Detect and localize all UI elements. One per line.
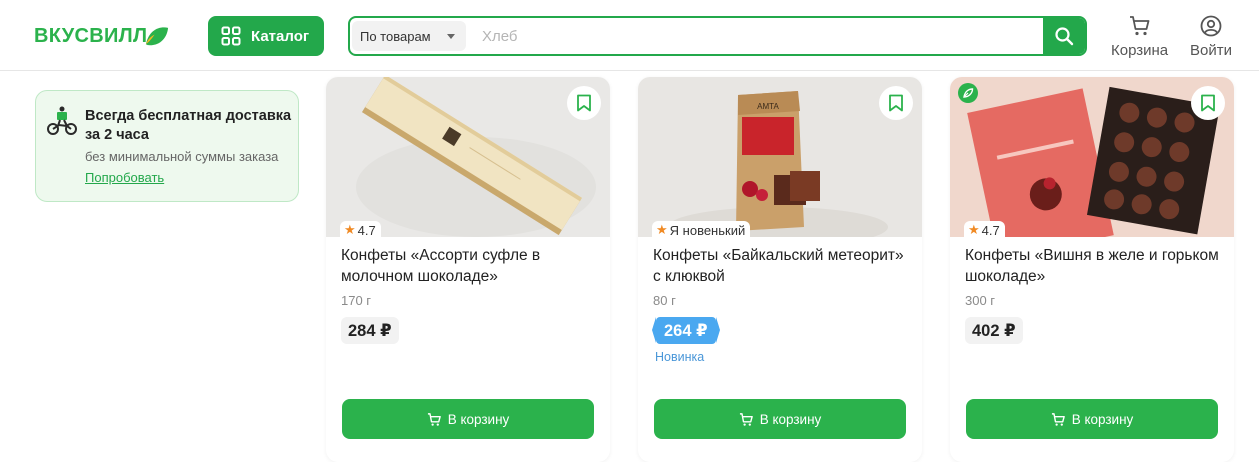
- product-name[interactable]: Конфеты «Ассорти суфле в молочном шокола…: [341, 245, 601, 287]
- catalog-label: Каталог: [251, 27, 310, 45]
- search-icon: [1055, 27, 1074, 46]
- cart-icon: [1051, 412, 1065, 426]
- add-to-cart-button[interactable]: В корзину: [342, 399, 594, 439]
- catalog-button[interactable]: Каталог: [208, 16, 324, 56]
- search-input[interactable]: [482, 18, 1042, 54]
- bookmark-icon: [1201, 94, 1215, 112]
- bicycle-courier-icon: [47, 106, 77, 135]
- product-weight: 80 г: [653, 293, 676, 308]
- bookmark-icon: [889, 94, 903, 112]
- product-weight: 300 г: [965, 293, 996, 308]
- new-product-badge: ★ Я новенький: [652, 221, 751, 239]
- promo-subtitle: без минимальной суммы заказа: [85, 149, 279, 164]
- star-icon: ★: [656, 222, 668, 237]
- leaf-logo-icon: [146, 27, 169, 46]
- rating-badge: ★ 4.7: [964, 221, 1005, 239]
- add-to-cart-label: В корзину: [447, 411, 510, 427]
- badge-label: Я новенький: [669, 222, 746, 238]
- bookmark-icon: [577, 94, 591, 112]
- star-icon: ★: [344, 222, 356, 237]
- add-to-cart-button[interactable]: В корзину: [654, 399, 906, 439]
- product-name[interactable]: Конфеты «Байкальский метеорит» с клюквой: [653, 245, 913, 287]
- cart-icon: [1129, 16, 1149, 36]
- rating-value: 4.7: [981, 222, 1000, 238]
- bookmark-button[interactable]: [567, 86, 601, 120]
- search-button[interactable]: [1043, 18, 1085, 54]
- promo-try-link[interactable]: Попробовать: [85, 170, 164, 185]
- product-card[interactable]: ★ 4.7 Конфеты «Вишня в желе и горьком шо…: [950, 77, 1234, 462]
- site-header: ВКУСВИЛЛ Каталог По товарам Хлеб Корзина…: [0, 0, 1259, 71]
- cart-icon: [739, 412, 753, 426]
- bookmark-button[interactable]: [1191, 86, 1225, 120]
- logo[interactable]: ВКУСВИЛЛ: [34, 23, 170, 50]
- add-to-cart-label: В корзину: [1071, 411, 1134, 427]
- rating-value: 4.7: [357, 222, 376, 238]
- caret-down-icon: [447, 34, 455, 39]
- leaf-icon: [958, 83, 978, 103]
- cart-icon: [427, 412, 441, 426]
- cart-link[interactable]: Корзина: [1111, 14, 1168, 59]
- login-link[interactable]: Войти: [1190, 14, 1232, 59]
- promo-title: Всегда бесплатная доставка за 2 часа: [85, 108, 292, 143]
- product-price: 264 ₽: [652, 317, 720, 344]
- search-scope-select[interactable]: По товарам: [352, 21, 466, 51]
- user-icon: [1200, 15, 1222, 37]
- product-price: 284 ₽: [341, 317, 399, 344]
- delivery-promo: Всегда бесплатная доставка за 2 часа без…: [35, 90, 299, 202]
- product-card[interactable]: ★ 4.7 Конфеты «Ассорти суфле в молочном …: [326, 77, 610, 462]
- search-bar: По товарам: [348, 16, 1087, 56]
- new-tag: Новинка: [655, 350, 705, 364]
- product-name[interactable]: Конфеты «Вишня в желе и горьком шоколаде…: [965, 245, 1225, 287]
- login-label: Войти: [1190, 42, 1232, 59]
- rating-badge: ★ 4.7: [340, 221, 381, 239]
- svg-text:AMTA: AMTA: [757, 102, 779, 111]
- product-price: 402 ₽: [965, 317, 1023, 344]
- bookmark-button[interactable]: [879, 86, 913, 120]
- cart-label: Корзина: [1111, 42, 1169, 59]
- add-to-cart-button[interactable]: В корзину: [966, 399, 1218, 439]
- product-weight: 170 г: [341, 293, 372, 308]
- grid-icon: [221, 26, 241, 46]
- star-icon: ★: [968, 222, 980, 237]
- logo-text: ВКУСВИЛЛ: [34, 25, 148, 47]
- search-scope-label: По товарам: [360, 28, 431, 44]
- product-card[interactable]: AMTA ★ Я новенький Конфеты «Байкальский …: [638, 77, 922, 462]
- add-to-cart-label: В корзину: [759, 411, 822, 427]
